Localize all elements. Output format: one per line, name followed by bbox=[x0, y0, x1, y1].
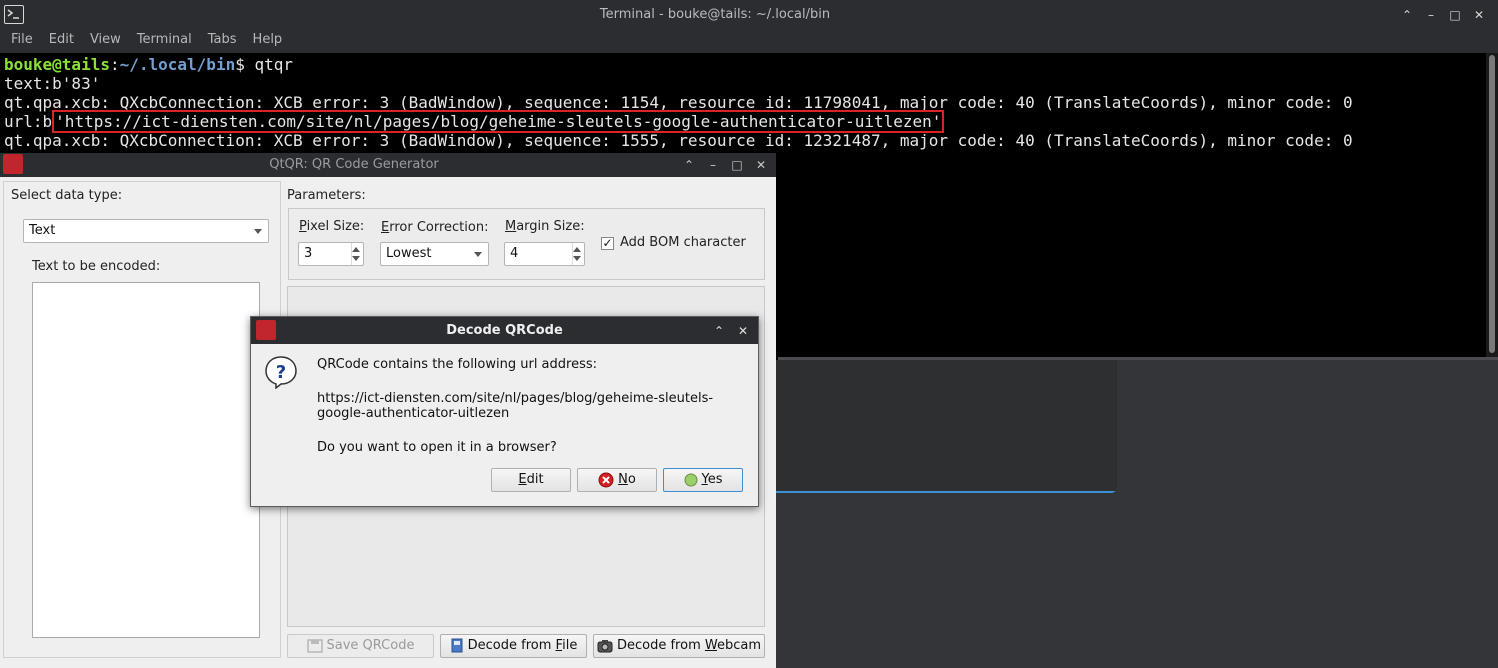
menu-tabs[interactable]: Tabs bbox=[200, 30, 245, 53]
data-type-select[interactable]: Text bbox=[23, 219, 269, 243]
prompt-path: ~/.local/bin bbox=[119, 55, 236, 74]
margin-size-spinbox[interactable]: 4 bbox=[504, 242, 585, 266]
pixel-size-label: Pixel Size: bbox=[299, 219, 365, 234]
output-line-prefix: url:b bbox=[4, 112, 53, 131]
error-correction-label: Error Correction: bbox=[381, 220, 489, 235]
minimize-icon[interactable]: – bbox=[1422, 6, 1440, 24]
background-window bbox=[760, 360, 1117, 493]
decode-from-webcam-button[interactable]: Decode from Webcam bbox=[593, 634, 765, 658]
prompt-end: $ bbox=[235, 55, 255, 74]
yes-icon bbox=[684, 473, 697, 486]
terminal-menubar: File Edit View Terminal Tabs Help bbox=[0, 30, 1498, 53]
output-line: qt.qpa.xcb: QXcbConnection: XCB error: 3… bbox=[4, 131, 1353, 150]
parameters-label: Parameters: bbox=[287, 188, 366, 203]
text-to-encode-label: Text to be encoded: bbox=[32, 259, 161, 274]
svg-text:?: ? bbox=[276, 362, 286, 383]
chevron-down-icon bbox=[254, 229, 262, 234]
spin-down-icon[interactable] bbox=[573, 256, 581, 261]
highlighted-url: 'https://ict-diensten.com/site/nl/pages/… bbox=[52, 110, 945, 133]
spin-up-icon[interactable] bbox=[352, 247, 360, 252]
decode-qrcode-dialog: Decode QRCode ⌃ ✕ ? QRCode contains the … bbox=[250, 316, 759, 507]
decode-from-file-button[interactable]: Decode from File bbox=[440, 634, 587, 658]
add-bom-label: Add BOM character bbox=[620, 235, 746, 250]
text-to-encode-input[interactable] bbox=[32, 282, 260, 638]
scrollbar-thumb[interactable] bbox=[1489, 55, 1495, 353]
menu-help[interactable]: Help bbox=[245, 30, 291, 53]
save-qrcode-button[interactable]: Save QRCode bbox=[287, 634, 434, 658]
margin-size-value: 4 bbox=[510, 246, 519, 261]
menu-file[interactable]: File bbox=[3, 30, 41, 53]
qtqr-title: QtQR: QR Code Generator bbox=[269, 157, 439, 172]
prompt-sep: : bbox=[109, 55, 120, 74]
chevron-up-icon[interactable]: ⌃ bbox=[680, 156, 698, 174]
no-button[interactable]: No bbox=[577, 468, 657, 492]
menu-edit[interactable]: Edit bbox=[41, 30, 82, 53]
menu-terminal[interactable]: Terminal bbox=[129, 30, 200, 53]
maximize-icon[interactable]: □ bbox=[1446, 6, 1464, 24]
chevron-down-icon bbox=[474, 252, 482, 257]
webcam-icon bbox=[597, 639, 613, 652]
spin-up-icon[interactable] bbox=[573, 247, 581, 252]
add-bom-checkbox[interactable]: ✓ bbox=[601, 237, 614, 250]
dialog-url-line2: google-authenticator-uitlezen bbox=[317, 406, 510, 421]
pixel-size-value: 3 bbox=[304, 246, 313, 261]
dialog-question: Do you want to open it in a browser? bbox=[317, 440, 557, 455]
chevron-up-icon[interactable]: ⌃ bbox=[1398, 6, 1416, 24]
question-icon: ? bbox=[265, 356, 297, 389]
data-type-value: Text bbox=[29, 223, 56, 238]
dialog-url-line1: https://ict-diensten.com/site/nl/pages/b… bbox=[317, 391, 714, 406]
terminal-title: Terminal - bouke@tails: ~/.local/bin bbox=[599, 7, 831, 22]
terminal-titlebar[interactable]: Terminal - bouke@tails: ~/.local/bin ⌃ –… bbox=[0, 0, 1498, 30]
background-window-content bbox=[762, 360, 1117, 491]
minimize-icon[interactable]: – bbox=[704, 156, 722, 174]
save-icon bbox=[306, 638, 323, 653]
select-data-type-label: Select data type: bbox=[11, 188, 123, 203]
edit-button[interactable]: Edit bbox=[491, 468, 571, 492]
close-icon[interactable]: ✕ bbox=[1470, 6, 1488, 24]
pixel-size-spinbox[interactable]: 3 bbox=[298, 242, 364, 266]
file-icon bbox=[451, 638, 463, 653]
output-line: text:b'83' bbox=[4, 74, 101, 93]
command: qtqr bbox=[254, 55, 293, 74]
margin-size-label: Margin Size: bbox=[505, 219, 585, 234]
error-correction-select[interactable]: Lowest bbox=[380, 242, 489, 266]
qtqr-titlebar[interactable]: QtQR: QR Code Generator ⌃ – □ ✕ bbox=[0, 153, 776, 177]
close-icon[interactable]: ✕ bbox=[734, 322, 752, 340]
prompt-user: bouke@tails bbox=[4, 55, 110, 74]
chevron-up-icon[interactable]: ⌃ bbox=[710, 322, 728, 340]
terminal-scrollbar[interactable] bbox=[1486, 53, 1498, 357]
error-correction-value: Lowest bbox=[386, 246, 432, 261]
yes-button[interactable]: Yes bbox=[663, 468, 743, 492]
spin-down-icon[interactable] bbox=[352, 256, 360, 261]
dialog-message: QRCode contains the following url addres… bbox=[317, 357, 598, 372]
menu-view[interactable]: View bbox=[82, 30, 129, 53]
dialog-title: Decode QRCode bbox=[446, 323, 563, 338]
dialog-titlebar[interactable]: Decode QRCode ⌃ ✕ bbox=[251, 317, 758, 344]
maximize-icon[interactable]: □ bbox=[728, 156, 746, 174]
no-icon bbox=[598, 472, 614, 487]
close-icon[interactable]: ✕ bbox=[752, 156, 770, 174]
